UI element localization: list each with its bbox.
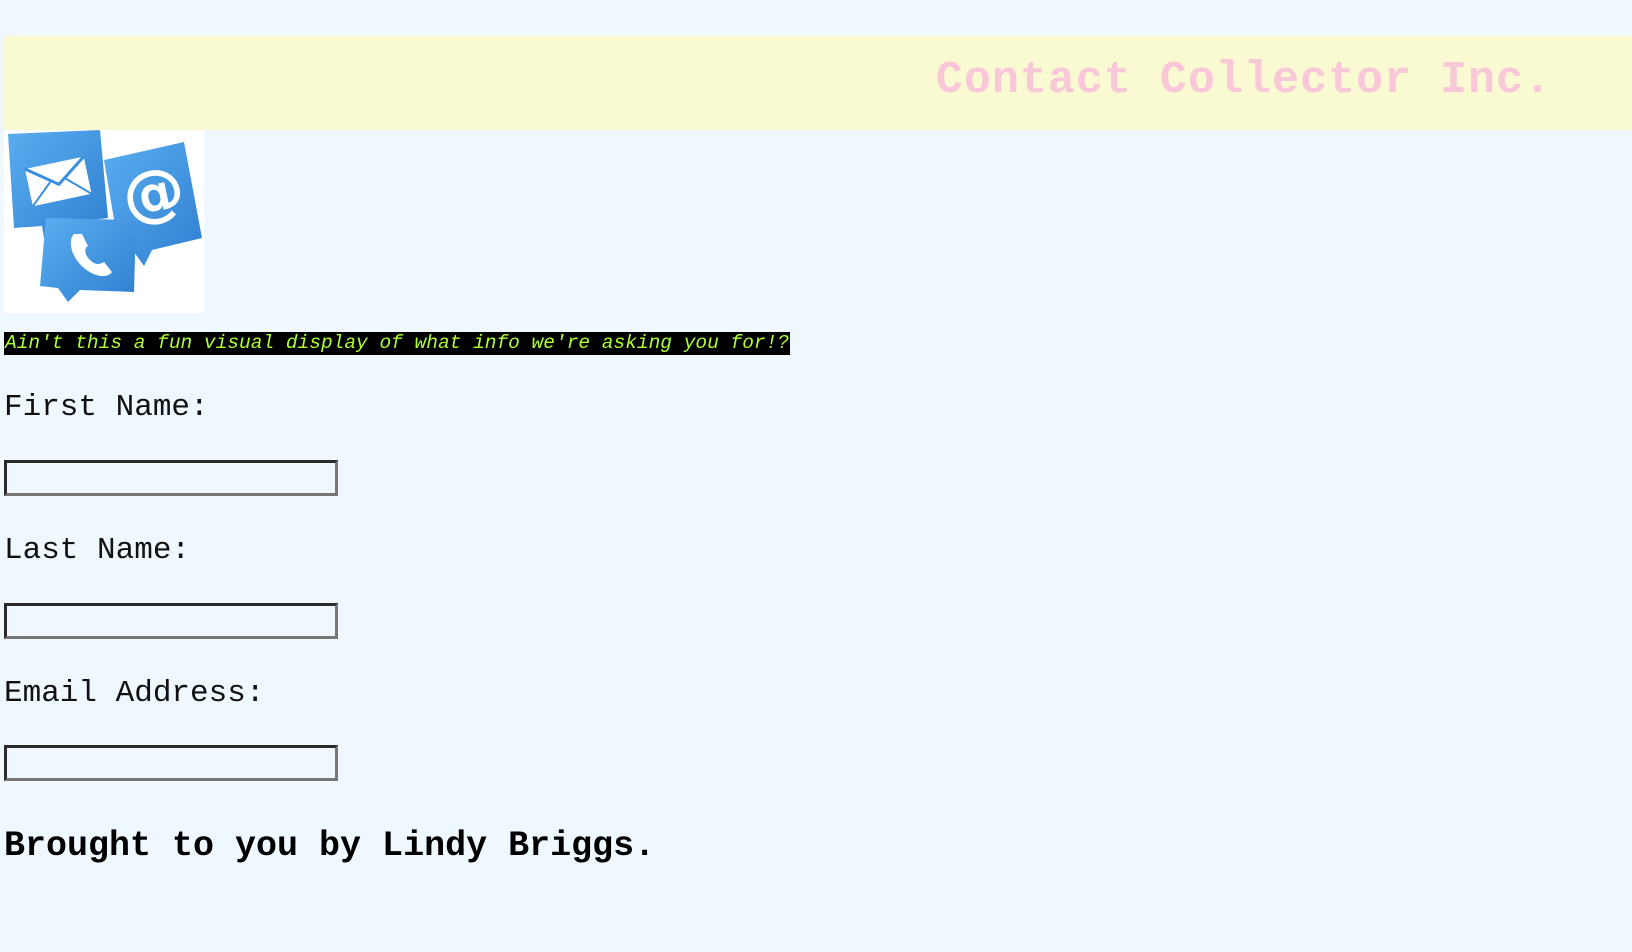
phone-icon <box>40 218 136 302</box>
first-name-label: First Name: <box>4 390 209 425</box>
page-title: Contact Collector Inc. <box>935 55 1552 106</box>
last-name-input[interactable] <box>4 603 338 639</box>
first-name-input[interactable] <box>4 460 338 496</box>
header-banner: Contact Collector Inc. <box>4 36 1632 130</box>
email-input[interactable] <box>4 745 338 781</box>
caption-banner: Ain't this a fun visual display of what … <box>4 332 791 355</box>
last-name-label: Last Name: <box>4 533 191 568</box>
contact-icons-graphic: @ <box>8 130 202 302</box>
email-label: Email Address: <box>4 676 265 711</box>
footer-credit: Brought to you by Lindy Briggs. <box>4 826 656 866</box>
page: Contact Collector Inc. @ Ain't this a fu… <box>0 0 1632 952</box>
contact-logo: @ <box>4 130 204 313</box>
